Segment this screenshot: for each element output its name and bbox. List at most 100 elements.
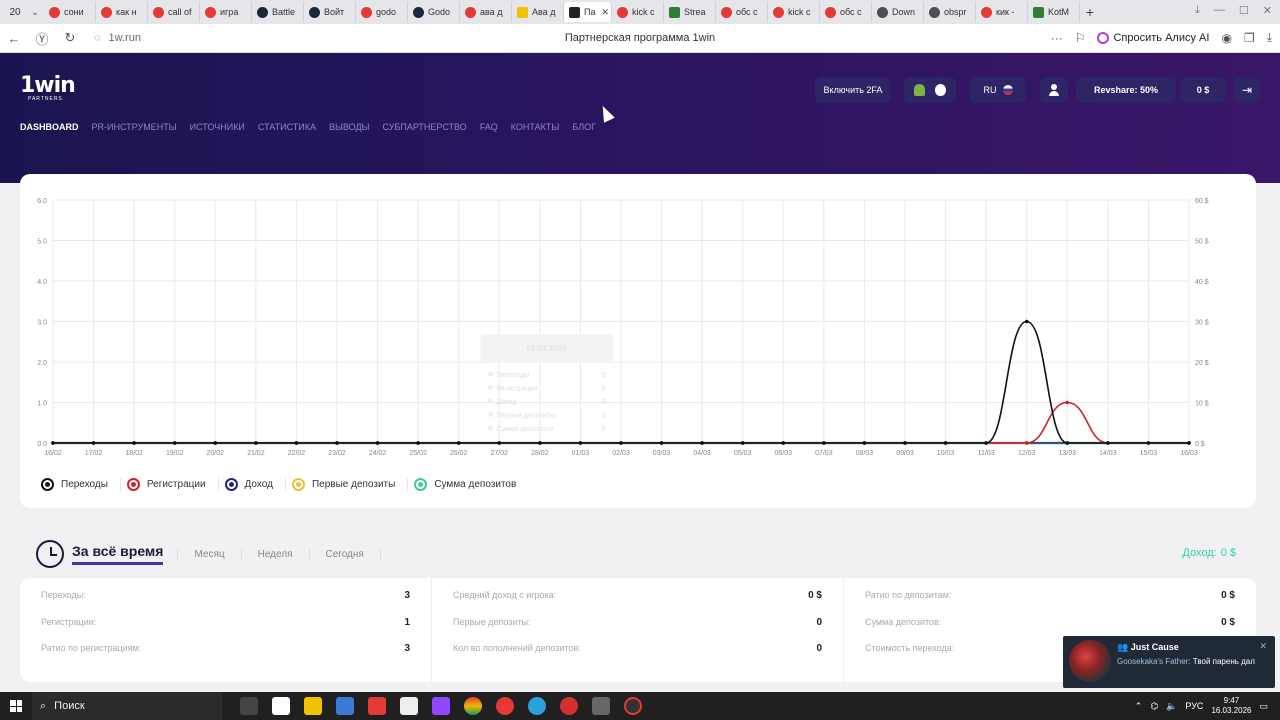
series-point-0 bbox=[578, 441, 583, 445]
period-tab-week[interactable]: Неделя bbox=[242, 548, 310, 560]
chrome-icon[interactable] bbox=[464, 697, 482, 715]
legend-item[interactable]: Доход bbox=[224, 478, 286, 491]
screenshot-icon[interactable]: ◉ bbox=[1221, 31, 1231, 45]
collections-icon[interactable]: ❐ bbox=[1244, 31, 1255, 45]
logout-button[interactable]: ⇥ bbox=[1234, 77, 1260, 103]
taskbar-search[interactable]: ⌕ Поиск bbox=[32, 692, 222, 720]
nav-item[interactable]: FAQ bbox=[480, 122, 498, 132]
minimize-button[interactable]: — bbox=[1214, 4, 1225, 17]
yandex-icon[interactable] bbox=[368, 697, 386, 715]
browser-tab[interactable]: Войт bbox=[304, 2, 356, 22]
downloads-icon[interactable]: ⤓ bbox=[1267, 30, 1272, 45]
period-tab-today[interactable]: Сегодня bbox=[310, 548, 381, 560]
browser-tab[interactable]: KotM bbox=[1028, 2, 1080, 22]
browser-tab[interactable]: сони bbox=[44, 2, 96, 22]
network-icon[interactable]: ⌬ bbox=[1150, 701, 1158, 712]
browser-tab[interactable]: Па ✕ bbox=[564, 2, 612, 22]
browser-tab[interactable]: kick c bbox=[768, 2, 820, 22]
legend-item[interactable]: Переходы bbox=[41, 478, 121, 491]
task-view-icon[interactable] bbox=[240, 697, 258, 715]
y-right-tick-label: 0 $ bbox=[1195, 441, 1205, 448]
notifications-icon[interactable]: ▭ bbox=[1259, 701, 1268, 712]
browser-tab[interactable]: обс с bbox=[820, 2, 872, 22]
legend-item[interactable]: Первые депозиты bbox=[291, 478, 409, 491]
legend-item[interactable]: Сумма депозитов bbox=[414, 478, 528, 491]
browser-tab[interactable]: игра bbox=[200, 2, 252, 22]
stat-row: Ратио по регистрациям: 3 bbox=[41, 643, 410, 670]
browser-tab[interactable]: Down bbox=[872, 2, 924, 22]
nav-item[interactable]: DASHBOARD bbox=[20, 122, 79, 132]
legend-label: Регистрации bbox=[146, 479, 206, 490]
nav-item[interactable]: СУБПАРТНЕРСТВО bbox=[383, 122, 467, 132]
language-button[interactable]: RU bbox=[970, 77, 1026, 103]
back-button[interactable]: ← bbox=[0, 31, 28, 46]
close-window-button[interactable]: ✕ bbox=[1263, 4, 1272, 17]
nav-item[interactable]: БЛОГ bbox=[572, 122, 596, 132]
browser-tab[interactable]: ава д bbox=[460, 2, 512, 22]
browser-tab[interactable]: kick c bbox=[612, 2, 664, 22]
y-right-tick-label: 20 $ bbox=[1195, 360, 1209, 367]
tab-favicon-icon bbox=[49, 6, 60, 18]
browser-tab[interactable]: кик - bbox=[976, 2, 1028, 22]
legend-item[interactable]: Регистрации bbox=[126, 478, 219, 491]
url-field[interactable]: ◌ 1w.run bbox=[94, 32, 141, 44]
tab-close-icon[interactable]: ✕ bbox=[601, 7, 609, 18]
tab-list-chevron-icon[interactable]: ⌄ bbox=[26, 7, 44, 18]
browser-tab[interactable]: Battle bbox=[252, 2, 304, 22]
tab-count-button[interactable]: 20 bbox=[4, 3, 26, 21]
chat-notification[interactable]: 👥 Just Cause Goosekaka's Father: Твой па… bbox=[1063, 636, 1275, 688]
notification-close-icon[interactable]: ✕ bbox=[1259, 641, 1267, 652]
tab-favicon-icon bbox=[413, 6, 424, 18]
reload-button[interactable]: ↻ bbox=[56, 30, 84, 46]
mail-icon[interactable] bbox=[336, 697, 354, 715]
obs-icon[interactable] bbox=[624, 697, 642, 715]
browser-tab[interactable]: как н bbox=[96, 2, 148, 22]
browser-tab[interactable]: Godo bbox=[408, 2, 460, 22]
nav-item[interactable]: СТАТИСТИКА bbox=[258, 122, 316, 132]
ask-alice-button[interactable]: Спросить Алису AI bbox=[1097, 31, 1209, 44]
download-icon[interactable]: ⤓ bbox=[1195, 4, 1200, 17]
yandex-home-icon[interactable]: Ⓨ bbox=[28, 29, 56, 48]
tooltip-value: 0 bbox=[602, 426, 606, 433]
site-info-icon[interactable]: ◌ bbox=[94, 32, 101, 44]
file-icon[interactable] bbox=[272, 697, 290, 715]
tray-clock[interactable]: 9:47 16.03.2026 bbox=[1211, 696, 1251, 716]
mobile-apps-button[interactable] bbox=[904, 77, 956, 103]
maximize-button[interactable]: ☐ bbox=[1239, 4, 1249, 17]
nav-item[interactable]: ИСТОЧНИКИ bbox=[190, 122, 245, 132]
nav-item[interactable]: ВЫВОДЫ bbox=[329, 122, 370, 132]
explorer-icon[interactable] bbox=[304, 697, 322, 715]
start-button[interactable] bbox=[0, 700, 32, 712]
bookmark-icon[interactable]: ⚐ bbox=[1075, 31, 1086, 45]
browser-tab[interactable]: godo bbox=[356, 2, 408, 22]
period-tab-month[interactable]: Месяц bbox=[177, 548, 242, 560]
game-icon[interactable] bbox=[592, 697, 610, 715]
period-tab-all-time[interactable]: За всё время bbox=[72, 543, 164, 565]
site-logo[interactable]: 1win bbox=[20, 73, 76, 98]
series-point-0 bbox=[91, 441, 96, 445]
nav-item[interactable]: PR-ИНСТРУМЕНТЫ bbox=[92, 122, 177, 132]
yandex-browser-icon[interactable] bbox=[496, 697, 514, 715]
browser-tab[interactable]: obspr bbox=[924, 2, 976, 22]
x-tick-label: 08/03 bbox=[856, 450, 874, 457]
input-language[interactable]: РУС bbox=[1185, 701, 1203, 711]
telegram-icon[interactable] bbox=[528, 697, 546, 715]
browser-tab[interactable]: Ава д bbox=[512, 2, 564, 22]
notepad-icon[interactable] bbox=[400, 697, 418, 715]
more-icon[interactable]: ··· bbox=[1051, 31, 1063, 45]
volume-icon[interactable]: 🔈 bbox=[1166, 701, 1177, 712]
enable-2fa-button[interactable]: Включить 2FA bbox=[815, 77, 891, 103]
tray-chevron-icon[interactable]: ⌃ bbox=[1135, 701, 1143, 712]
statistics-chart[interactable]: 0.0 0 $ 1.0 10 $ 2.0 20 $ 3.0 30 $ 4.0 40 $ 5.0 50 … bbox=[20, 174, 1256, 474]
browser-tab[interactable]: обс с bbox=[716, 2, 768, 22]
new-tab-button[interactable]: + bbox=[1080, 4, 1100, 20]
nav-item[interactable]: КОНТАКТЫ bbox=[511, 122, 560, 132]
app-icon[interactable] bbox=[560, 697, 578, 715]
apple-icon[interactable] bbox=[935, 84, 946, 96]
twitch-icon[interactable] bbox=[432, 697, 450, 715]
series-point-0 bbox=[416, 441, 420, 445]
android-icon[interactable] bbox=[914, 84, 925, 96]
browser-tab[interactable]: Strea bbox=[664, 2, 716, 22]
profile-button[interactable] bbox=[1040, 77, 1068, 103]
browser-tab[interactable]: call of bbox=[148, 2, 200, 22]
